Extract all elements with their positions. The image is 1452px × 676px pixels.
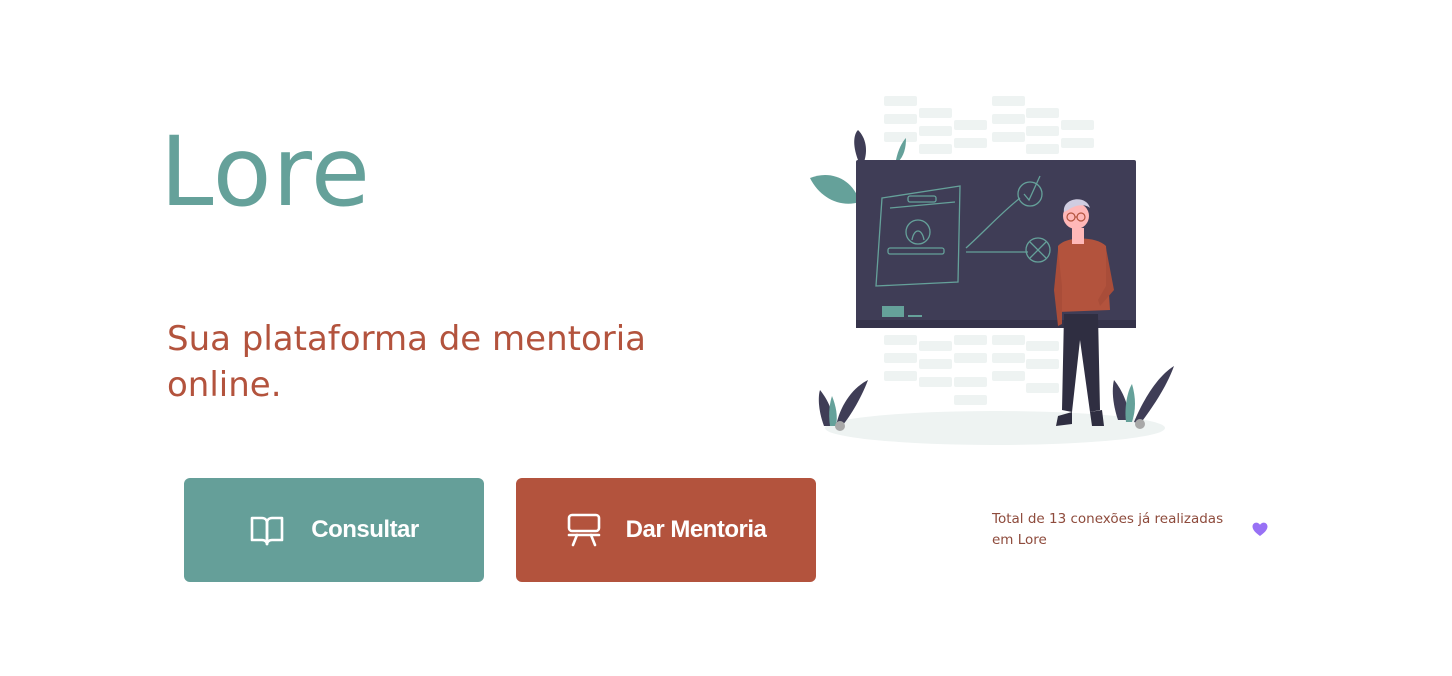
give-mentorship-button-label: Dar Mentoria: [625, 516, 767, 543]
consult-button-label: Consultar: [311, 516, 419, 543]
landing-page: Lore Sua plataforma de mentoria online.: [0, 0, 1452, 676]
hero-illustration: [810, 96, 1174, 445]
tagline: Sua plataforma de mentoria online.: [167, 319, 647, 405]
presentation-board-icon: [566, 512, 602, 548]
heart-icon: [1252, 522, 1268, 536]
total-connections-text: Total de 13 conexões já realizadas em Lo…: [992, 511, 1224, 548]
logo: Lore: [160, 116, 371, 228]
book-open-icon: [249, 512, 285, 548]
consult-button[interactable]: Consultar: [184, 478, 484, 582]
give-mentorship-button[interactable]: Dar Mentoria: [516, 478, 816, 582]
